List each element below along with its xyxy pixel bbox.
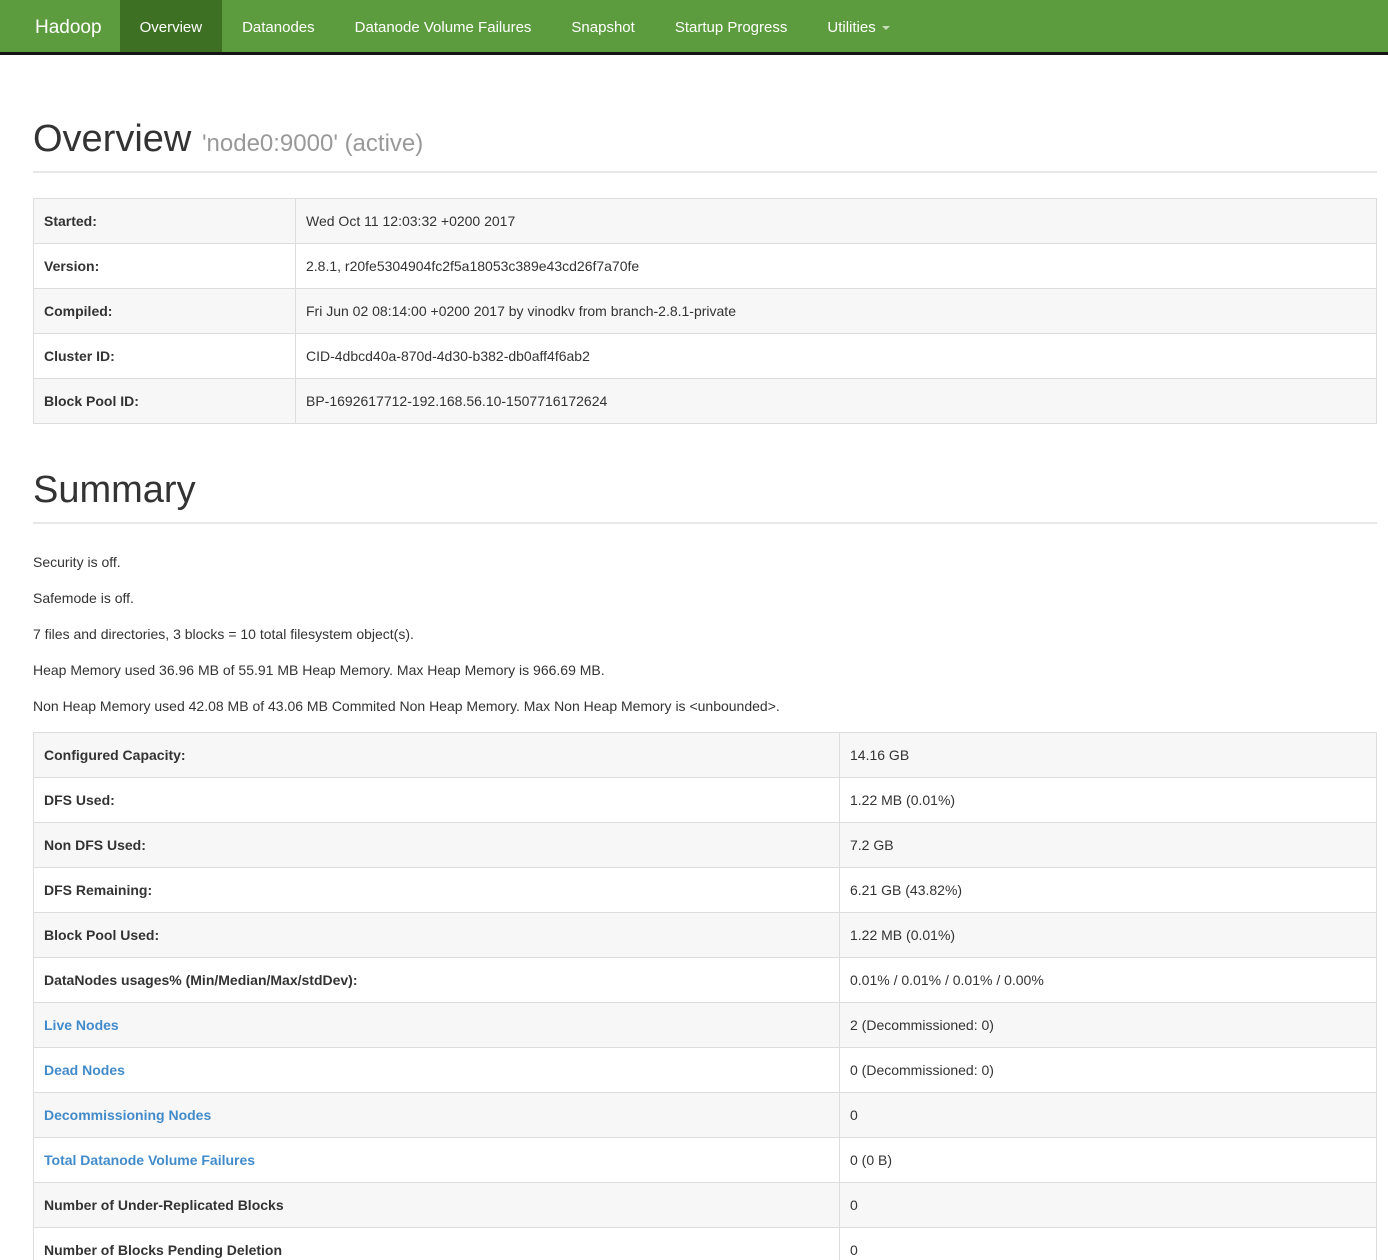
row-value-started: Wed Oct 11 12:03:32 +0200 2017 bbox=[296, 198, 1377, 243]
row-label-started: Started: bbox=[34, 198, 296, 243]
total-datanode-volume-failures-link[interactable]: Total Datanode Volume Failures bbox=[44, 1152, 255, 1168]
row-value-non-dfs-used: 7.2 GB bbox=[840, 822, 1377, 867]
table-row: Block Pool ID: BP-1692617712-192.168.56.… bbox=[34, 378, 1377, 423]
summary-page-header: Summary bbox=[33, 470, 1377, 524]
main-content: Overview 'node0:9000' (active) Started: … bbox=[33, 119, 1377, 1260]
table-row: DFS Used: 1.22 MB (0.01%) bbox=[34, 777, 1377, 822]
summary-paragraphs: Security is off. Safemode is off. 7 file… bbox=[33, 552, 1377, 716]
nav-tab-startup-progress[interactable]: Startup Progress bbox=[655, 0, 808, 52]
table-row: Non DFS Used: 7.2 GB bbox=[34, 822, 1377, 867]
non-heap-memory-text: Non Heap Memory used 42.08 MB of 43.06 M… bbox=[33, 696, 1377, 716]
row-value-version: 2.8.1, r20fe5304904fc2f5a18053c389e43cd2… bbox=[296, 243, 1377, 288]
table-row: Total Datanode Volume Failures 0 (0 B) bbox=[34, 1137, 1377, 1182]
table-row: Live Nodes 2 (Decommissioned: 0) bbox=[34, 1002, 1377, 1047]
row-label-under-replicated-blocks: Number of Under-Replicated Blocks bbox=[34, 1182, 840, 1227]
row-value-dfs-remaining: 6.21 GB (43.82%) bbox=[840, 867, 1377, 912]
row-label-compiled: Compiled: bbox=[34, 288, 296, 333]
table-row: Number of Blocks Pending Deletion 0 bbox=[34, 1227, 1377, 1260]
live-nodes-link[interactable]: Live Nodes bbox=[44, 1017, 119, 1033]
nav-tab-snapshot[interactable]: Snapshot bbox=[551, 0, 654, 52]
row-label-version: Version: bbox=[34, 243, 296, 288]
row-label-dfs-used: DFS Used: bbox=[34, 777, 840, 822]
row-label-configured-capacity: Configured Capacity: bbox=[34, 732, 840, 777]
row-value-configured-capacity: 14.16 GB bbox=[840, 732, 1377, 777]
dead-nodes-link[interactable]: Dead Nodes bbox=[44, 1062, 125, 1078]
security-status-text: Security is off. bbox=[33, 552, 1377, 572]
navbar-brand[interactable]: Hadoop bbox=[0, 0, 120, 52]
row-label-datanodes-usages: DataNodes usages% (Min/Median/Max/stdDev… bbox=[34, 957, 840, 1002]
row-value-live-nodes: 2 (Decommissioned: 0) bbox=[840, 1002, 1377, 1047]
row-label-blocks-pending-deletion: Number of Blocks Pending Deletion bbox=[34, 1227, 840, 1260]
nav-tab-datanode-volume-failures[interactable]: Datanode Volume Failures bbox=[335, 0, 552, 52]
row-value-dfs-used: 1.22 MB (0.01%) bbox=[840, 777, 1377, 822]
row-value-under-replicated-blocks: 0 bbox=[840, 1182, 1377, 1227]
row-label-block-pool-used: Block Pool Used: bbox=[34, 912, 840, 957]
table-row: Compiled: Fri Jun 02 08:14:00 +0200 2017… bbox=[34, 288, 1377, 333]
overview-page-header: Overview 'node0:9000' (active) bbox=[33, 119, 1377, 173]
nav-tab-datanodes[interactable]: Datanodes bbox=[222, 0, 335, 52]
nav-tab-utilities[interactable]: Utilities bbox=[807, 0, 909, 52]
row-value-volume-failures: 0 (0 B) bbox=[840, 1137, 1377, 1182]
row-value-block-pool-id: BP-1692617712-192.168.56.10-150771617262… bbox=[296, 378, 1377, 423]
table-row: Configured Capacity: 14.16 GB bbox=[34, 732, 1377, 777]
table-row: DFS Remaining: 6.21 GB (43.82%) bbox=[34, 867, 1377, 912]
summary-table: Configured Capacity: 14.16 GB DFS Used: … bbox=[33, 732, 1377, 1260]
row-value-dead-nodes: 0 (Decommissioned: 0) bbox=[840, 1047, 1377, 1092]
row-value-block-pool-used: 1.22 MB (0.01%) bbox=[840, 912, 1377, 957]
row-value-blocks-pending-deletion: 0 bbox=[840, 1227, 1377, 1260]
safemode-status-text: Safemode is off. bbox=[33, 588, 1377, 608]
row-value-decommissioning-nodes: 0 bbox=[840, 1092, 1377, 1137]
row-label-dfs-remaining: DFS Remaining: bbox=[34, 867, 840, 912]
table-row: Block Pool Used: 1.22 MB (0.01%) bbox=[34, 912, 1377, 957]
row-value-compiled: Fri Jun 02 08:14:00 +0200 2017 by vinodk… bbox=[296, 288, 1377, 333]
table-row: Decommissioning Nodes 0 bbox=[34, 1092, 1377, 1137]
row-value-datanodes-usages: 0.01% / 0.01% / 0.01% / 0.00% bbox=[840, 957, 1377, 1002]
table-row: Version: 2.8.1, r20fe5304904fc2f5a18053c… bbox=[34, 243, 1377, 288]
row-value-cluster-id: CID-4dbcd40a-870d-4d30-b382-db0aff4f6ab2 bbox=[296, 333, 1377, 378]
table-row: Cluster ID: CID-4dbcd40a-870d-4d30-b382-… bbox=[34, 333, 1377, 378]
filesystem-objects-text: 7 files and directories, 3 blocks = 10 t… bbox=[33, 624, 1377, 644]
page-subtitle: 'node0:9000' (active) bbox=[202, 130, 423, 157]
page-title: Overview bbox=[33, 118, 191, 160]
table-row: DataNodes usages% (Min/Median/Max/stdDev… bbox=[34, 957, 1377, 1002]
nav-tab-utilities-label: Utilities bbox=[827, 19, 875, 36]
row-label-non-dfs-used: Non DFS Used: bbox=[34, 822, 840, 867]
caret-down-icon bbox=[882, 26, 890, 30]
table-row: Started: Wed Oct 11 12:03:32 +0200 2017 bbox=[34, 198, 1377, 243]
heap-memory-text: Heap Memory used 36.96 MB of 55.91 MB He… bbox=[33, 660, 1377, 680]
page-title-row: Overview 'node0:9000' (active) bbox=[33, 119, 1377, 161]
overview-table: Started: Wed Oct 11 12:03:32 +0200 2017 … bbox=[33, 198, 1377, 424]
summary-title: Summary bbox=[33, 470, 1377, 512]
nav-tab-overview[interactable]: Overview bbox=[120, 0, 223, 52]
top-navbar: Hadoop Overview Datanodes Datanode Volum… bbox=[0, 0, 1388, 55]
decommissioning-nodes-link[interactable]: Decommissioning Nodes bbox=[44, 1107, 211, 1123]
row-label-cluster-id: Cluster ID: bbox=[34, 333, 296, 378]
table-row: Number of Under-Replicated Blocks 0 bbox=[34, 1182, 1377, 1227]
row-label-block-pool-id: Block Pool ID: bbox=[34, 378, 296, 423]
table-row: Dead Nodes 0 (Decommissioned: 0) bbox=[34, 1047, 1377, 1092]
